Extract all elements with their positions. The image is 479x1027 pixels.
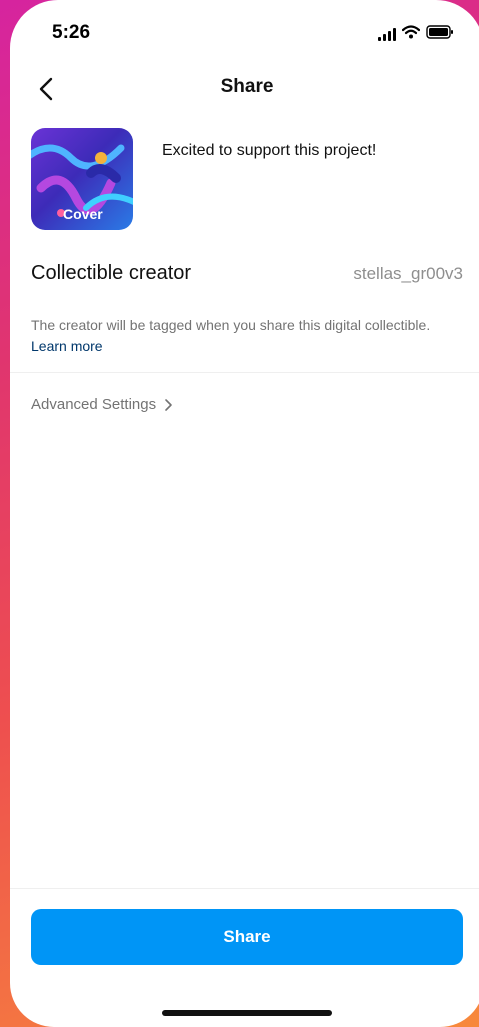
cellular-signal-icon (378, 27, 396, 41)
status-time: 5:26 (52, 22, 91, 43)
home-indicator (162, 1010, 332, 1016)
status-bar: 5:26 (10, 0, 479, 64)
collectible-cover-thumbnail[interactable]: Cover (31, 128, 133, 230)
divider (10, 372, 479, 373)
learn-more-link[interactable]: Learn more (31, 338, 103, 354)
share-button[interactable]: Share (31, 909, 463, 965)
collectible-creator-row: Collectible creator stellas_gr00v3 (31, 262, 463, 288)
creator-username: stellas_gr00v3 (353, 264, 463, 283)
cover-label: Cover (63, 206, 103, 222)
creator-label: Collectible creator (31, 262, 192, 284)
page-title: Share (220, 76, 274, 97)
chevron-right-icon (165, 398, 172, 411)
status-icons (378, 24, 454, 44)
wifi-icon (401, 24, 421, 44)
advanced-settings-row[interactable]: Advanced Settings (31, 396, 174, 413)
tag-info-text: The creator will be tagged when you shar… (31, 315, 441, 357)
caption-text[interactable]: Excited to support this project! (162, 142, 376, 160)
footer-divider (10, 888, 479, 889)
advanced-settings-label: Advanced Settings (31, 396, 157, 413)
nav-bar: Share (10, 64, 479, 114)
tag-info-description: The creator will be tagged when you shar… (31, 317, 431, 333)
battery-icon (426, 24, 454, 44)
phone-screen: 5:26 Share Cover Excited to support this… (10, 0, 479, 1027)
